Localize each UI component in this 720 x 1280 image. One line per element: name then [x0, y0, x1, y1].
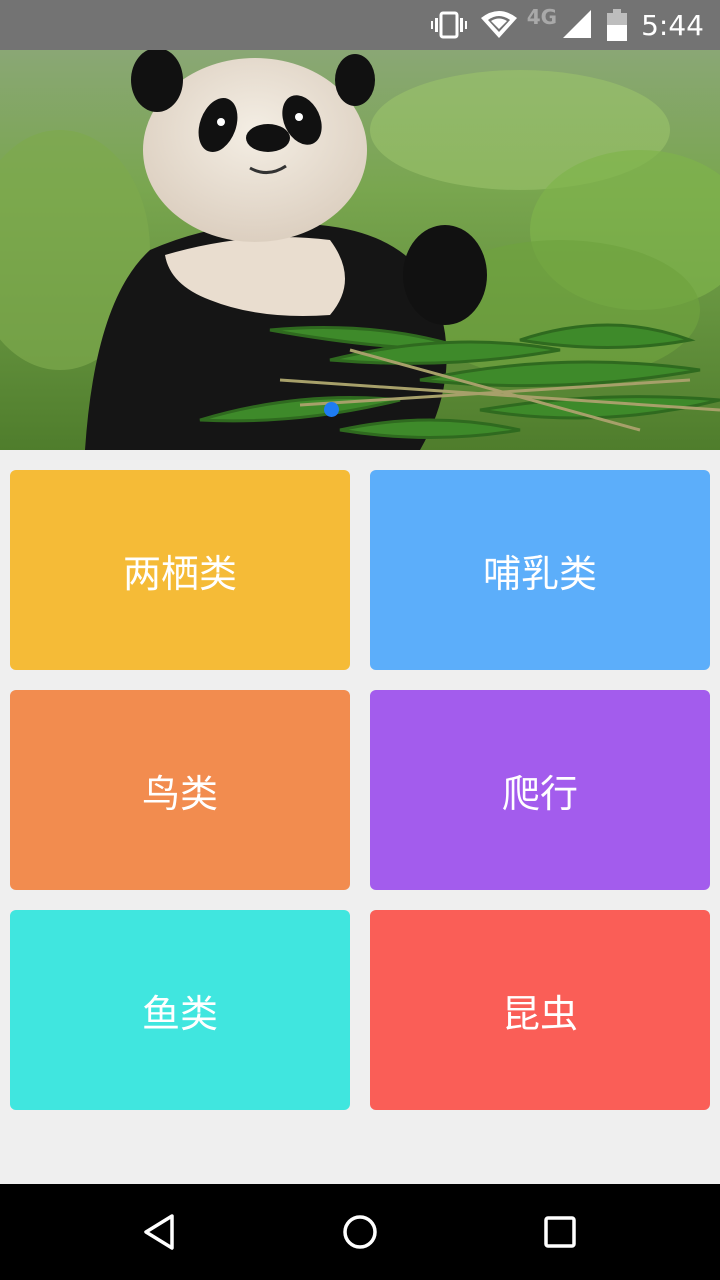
navigation-bar — [0, 1184, 720, 1280]
category-label: 鱼类 — [141, 991, 218, 1036]
category-label: 两栖类 — [122, 551, 237, 596]
banner-carousel[interactable] — [0, 50, 720, 450]
category-tile-insects[interactable]: 昆虫 — [370, 910, 710, 1110]
category-label: 昆虫 — [501, 991, 578, 1036]
category-tile-fish[interactable]: 鱼类 — [10, 910, 350, 1110]
back-icon — [144, 1214, 174, 1250]
recents-icon — [544, 1216, 576, 1248]
signal-icon — [561, 0, 593, 50]
network-type-label: 4G — [526, 5, 558, 29]
status-bar: 4G 5:44 — [0, 0, 720, 50]
back-button[interactable] — [136, 1208, 184, 1256]
category-label: 鸟类 — [141, 771, 218, 816]
category-tile-amphibians[interactable]: 两栖类 — [10, 470, 350, 670]
home-button[interactable] — [336, 1208, 384, 1256]
carousel-page-indicator[interactable] — [324, 402, 339, 417]
category-label: 哺乳类 — [482, 551, 597, 596]
vibrate-icon — [430, 0, 467, 50]
panda-photo — [0, 50, 720, 450]
battery-icon — [607, 0, 628, 50]
clock: 5:44 — [641, 8, 704, 42]
category-label: 爬行 — [501, 771, 578, 816]
recents-button[interactable] — [536, 1208, 584, 1256]
wifi-icon — [480, 0, 517, 50]
category-tile-mammals[interactable]: 哺乳类 — [370, 470, 710, 670]
home-icon — [343, 1215, 377, 1249]
category-tile-reptiles[interactable]: 爬行 — [370, 690, 710, 890]
category-tile-birds[interactable]: 鸟类 — [10, 690, 350, 890]
